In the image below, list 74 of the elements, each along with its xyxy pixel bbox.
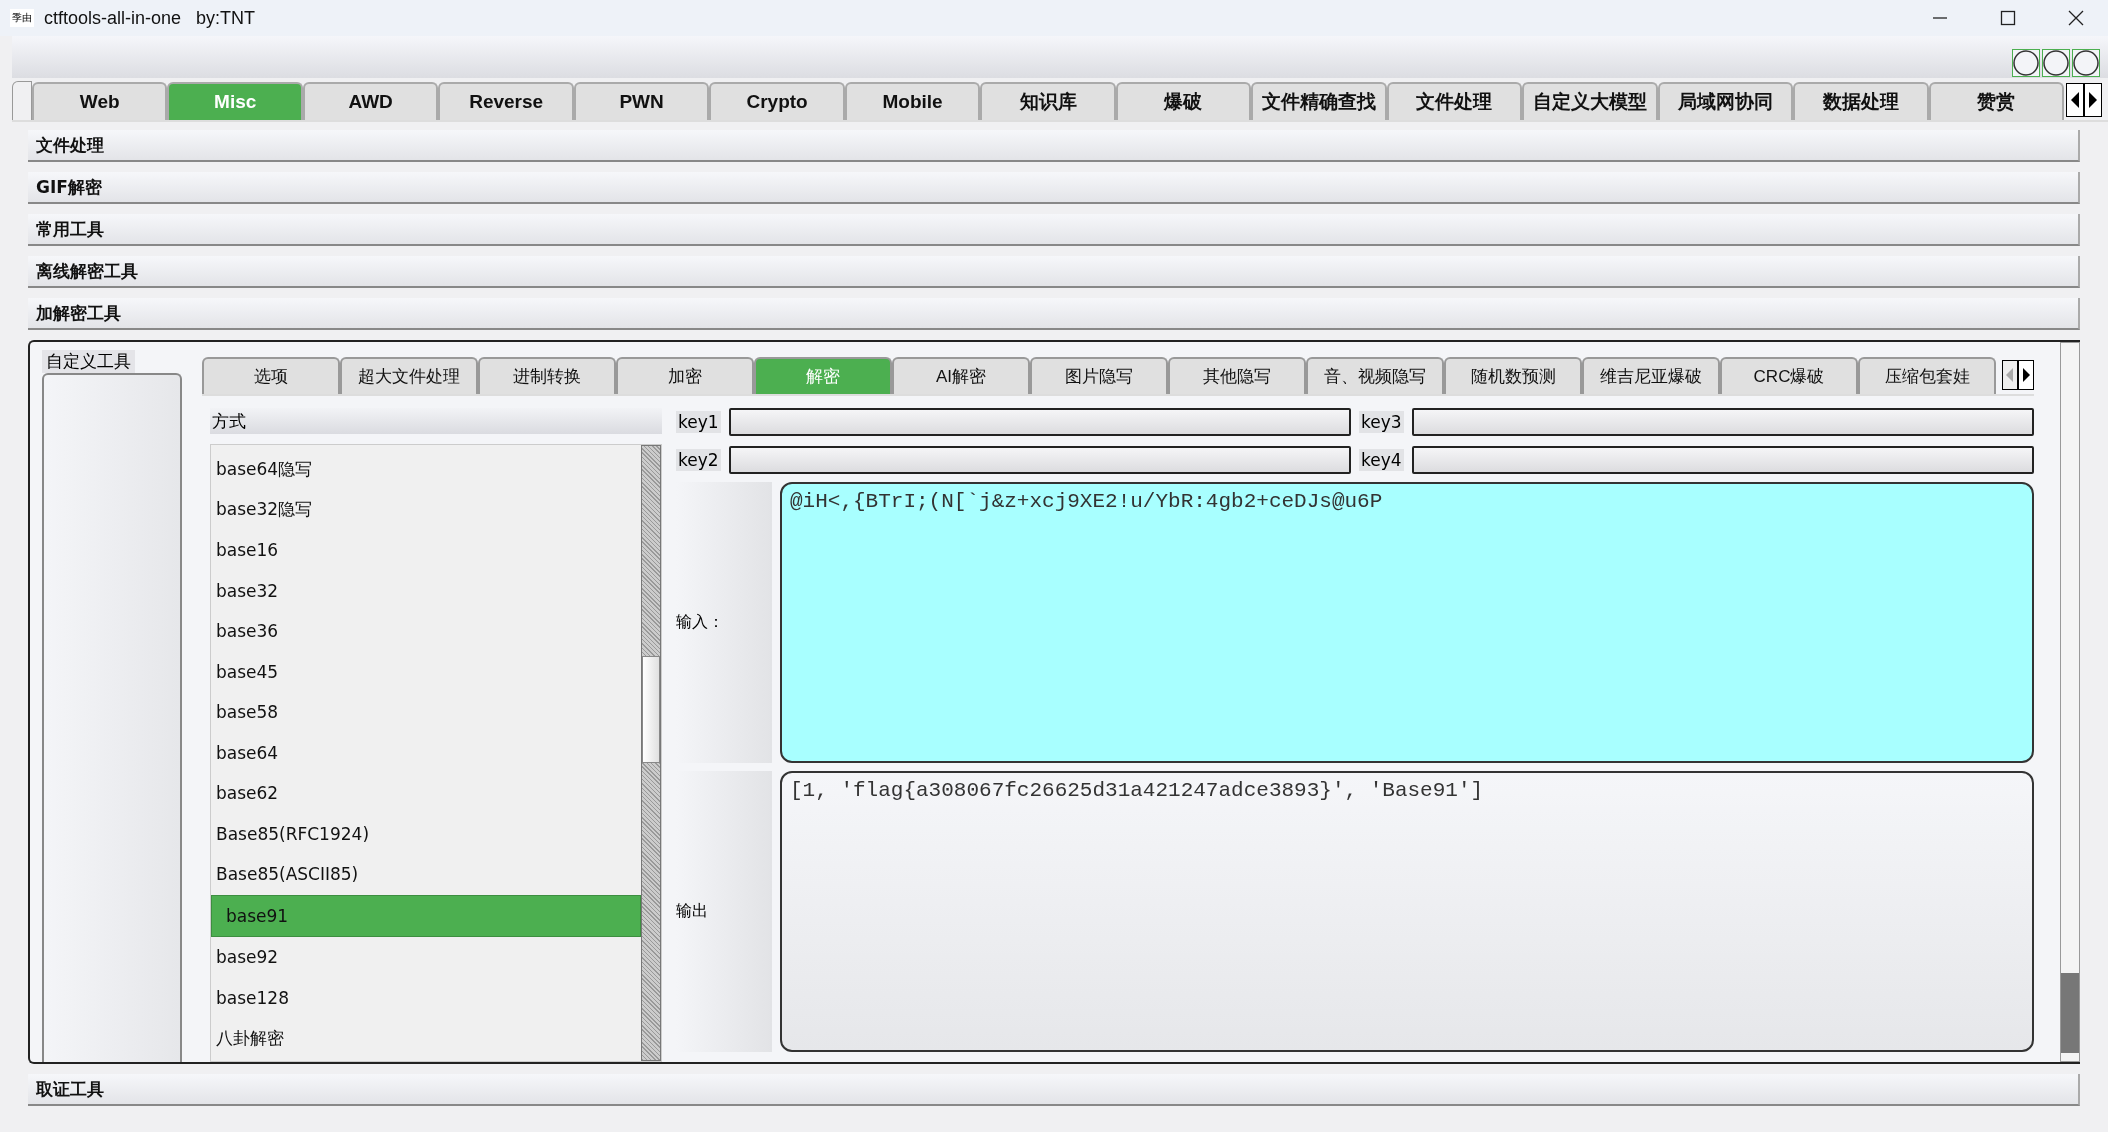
main-tab[interactable]: Mobile	[844, 82, 981, 120]
output-field[interactable]: [1, 'flag{a308067fc26625d31a421247adce3893}', 'Base91']	[780, 771, 2034, 1052]
main-tab[interactable]: Reverse	[438, 82, 574, 120]
method-item[interactable]: base32	[211, 570, 641, 611]
sub-tab[interactable]: 图片隐写	[1030, 357, 1168, 394]
main-tab[interactable]: PWN	[573, 82, 710, 120]
close-icon[interactable]	[2068, 10, 2084, 26]
main-tab[interactable]: 赞赏	[1928, 82, 2065, 120]
sub-tab[interactable]: 加密	[616, 357, 754, 394]
main-tab[interactable]: 局域网协同	[1657, 82, 1794, 120]
main-tab[interactable]: AWD	[302, 82, 439, 120]
sub-tab[interactable]: 选项	[202, 357, 340, 394]
scroll-left-icon[interactable]	[2002, 360, 2018, 390]
sub-tab[interactable]: 压缩包套娃	[1858, 357, 1996, 394]
sub-tab[interactable]: CRC爆破	[1720, 357, 1858, 394]
section-header[interactable]: 常用工具	[28, 214, 2080, 246]
section-header[interactable]: GIF解密	[28, 172, 2080, 204]
key-field[interactable]	[728, 446, 1351, 474]
key-field[interactable]	[1411, 446, 2034, 474]
maximize-icon[interactable]	[2000, 10, 2016, 26]
circle-button-icon[interactable]	[2012, 49, 2040, 77]
list-header: 方式	[210, 408, 662, 434]
method-item[interactable]: 八卦解密	[211, 1018, 641, 1059]
method-item[interactable]: base16	[211, 530, 641, 571]
input-label: 输入：	[676, 612, 724, 633]
section-header[interactable]: 加解密工具	[28, 298, 2080, 330]
section-header[interactable]: 离线解密工具	[28, 256, 2080, 288]
method-item[interactable]: base91	[211, 894, 641, 937]
main-tab[interactable]: 数据处理	[1793, 82, 1929, 120]
group-title: 自定义工具	[42, 350, 135, 373]
method-item[interactable]: base64	[211, 732, 641, 773]
window-title: ctftools-all-in-one by:TNT	[44, 7, 256, 29]
section-header[interactable]: 取证工具	[28, 1074, 2080, 1106]
circle-button-icon[interactable]	[2072, 49, 2100, 77]
method-item[interactable]: Base85(ASCII85)	[211, 854, 641, 895]
sub-tab[interactable]: 维吉尼亚爆破	[1582, 357, 1720, 394]
sub-tab[interactable]: 其他隐写	[1168, 357, 1306, 394]
output-label: 输出	[676, 901, 708, 922]
scroll-left-icon[interactable]	[2066, 83, 2085, 117]
main-tab[interactable]: 爆破	[1115, 82, 1252, 120]
sub-tab[interactable]: 音、视频隐写	[1306, 357, 1444, 394]
key-label: key2	[676, 449, 721, 471]
sub-tab[interactable]: 随机数预测	[1444, 357, 1582, 394]
scroll-right-icon[interactable]	[2018, 360, 2034, 390]
main-tab[interactable]: Web	[32, 82, 168, 120]
method-item[interactable]: base64隐写	[211, 449, 641, 490]
circle-button-icon[interactable]	[2042, 49, 2070, 77]
key-field[interactable]	[1411, 408, 2034, 436]
method-item[interactable]: base36	[211, 611, 641, 652]
key-field[interactable]	[728, 408, 1351, 436]
method-item[interactable]: Base85(RFC1924)	[211, 813, 641, 854]
method-item[interactable]: base45	[211, 651, 641, 692]
key-label: key3	[1359, 411, 1404, 433]
section-header[interactable]: 文件处理	[28, 130, 2080, 162]
method-item[interactable]: base62	[211, 773, 641, 814]
scrollbar[interactable]	[2060, 342, 2080, 1062]
main-tab[interactable]: 知识库	[980, 82, 1116, 120]
app-icon: 季由	[10, 9, 34, 27]
main-tab[interactable]: 文件处理	[1386, 82, 1523, 120]
input-field[interactable]: @iH<,{BTrI;(N[`j&z+xcj9XE2!u/YbR:4gb2+ceDJs@u6P	[780, 482, 2034, 763]
key-label: key4	[1359, 449, 1404, 471]
main-tab[interactable]: Crypto	[709, 82, 845, 120]
sub-tab[interactable]: 超大文件处理	[340, 357, 478, 394]
key-label: key1	[676, 411, 721, 433]
method-item[interactable]: base128	[211, 977, 641, 1018]
method-item[interactable]: base58	[211, 692, 641, 733]
method-item[interactable]: base92	[211, 937, 641, 978]
scroll-right-icon[interactable]	[2084, 83, 2103, 117]
method-item[interactable]: base32隐写	[211, 489, 641, 530]
sub-tab[interactable]: AI解密	[892, 357, 1030, 394]
scrollbar[interactable]	[641, 445, 661, 1061]
sub-tab[interactable]: 进制转换	[478, 357, 616, 394]
main-tab[interactable]: 自定义大模型	[1522, 82, 1658, 120]
main-tab[interactable]: 文件精确查找	[1251, 82, 1387, 120]
